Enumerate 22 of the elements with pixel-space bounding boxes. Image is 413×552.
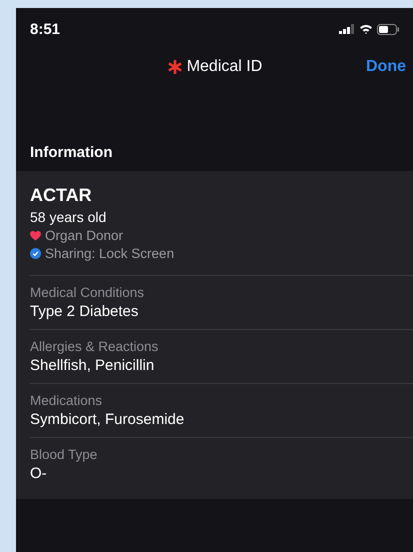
field-value: Type 2 Diabetes — [30, 303, 140, 320]
patient-name: ACTAR — [30, 185, 93, 206]
field-label: Blood Type — [30, 447, 98, 462]
patient-age: 58 years old — [30, 209, 108, 225]
field-value: O- — [30, 465, 48, 482]
status-label: Sharing: Lock Screen — [45, 246, 174, 261]
section-header: Information — [29, 144, 114, 163]
wifi-icon — [359, 24, 373, 34]
done-button[interactable]: Done — [366, 58, 406, 76]
nav-title: Medical ID — [186, 58, 262, 76]
battery-icon — [377, 24, 399, 34]
signal-icon — [339, 24, 355, 34]
field-label: Medical Conditions — [30, 285, 146, 300]
status-label: Organ Donor — [45, 228, 124, 243]
checkmark-icon — [30, 248, 41, 259]
field-value: Shellfish, Penicillin — [30, 357, 156, 374]
asterisk-icon — [166, 59, 183, 75]
field-label: Medications — [30, 393, 104, 408]
heart-icon — [30, 230, 41, 240]
field-value: Symbicort, Furosemide — [30, 411, 186, 428]
field-label: Allergies & Reactions — [30, 339, 160, 354]
status-time: 8:51 — [30, 20, 60, 38]
